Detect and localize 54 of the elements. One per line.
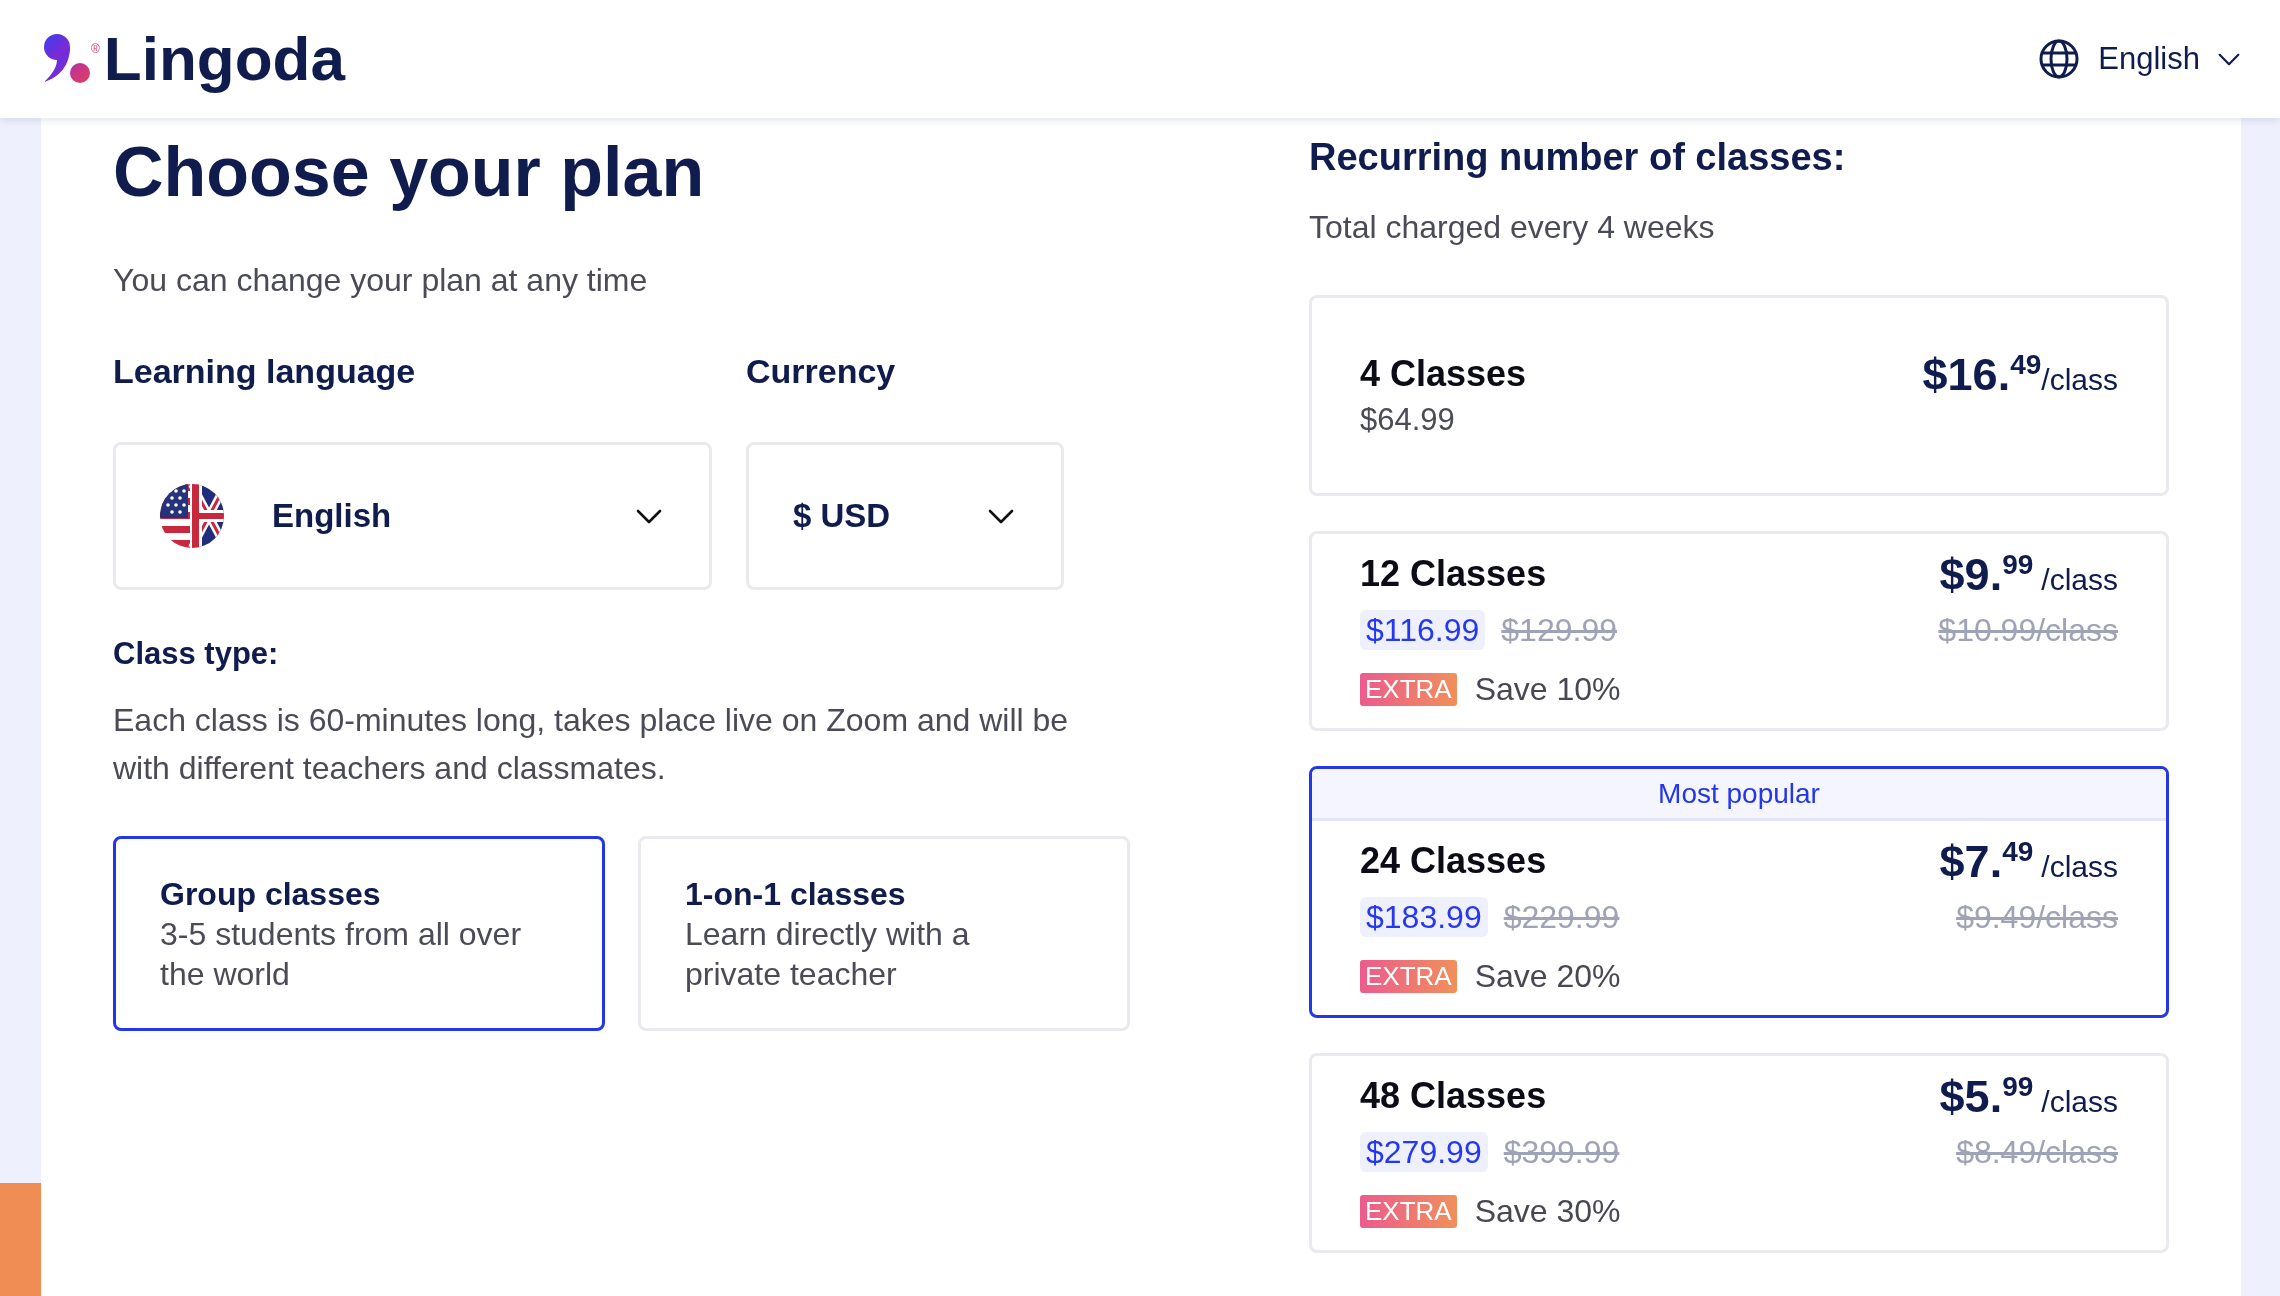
total-price: $64.99: [1360, 401, 1456, 439]
plan-card[interactable]: 48 Classes $5.$^{99}$ /class $279.99 $399.99 $8.49/class EXTRA Save 30%: [1309, 1053, 2169, 1253]
option-title: Group classes: [160, 874, 382, 914]
original-total: $399.99: [1503, 1133, 1620, 1172]
registered-mark: ®: [91, 43, 100, 55]
logo-mark-icon: [42, 33, 92, 85]
page-subtitle: You can change your plan at any time: [113, 261, 649, 300]
chevron-down-icon: [988, 508, 1014, 524]
option-title: 1-on-1 classes: [685, 874, 907, 914]
flag-icon: [160, 484, 224, 548]
promo-badge: EXTRA: [1360, 1194, 1457, 1228]
section-subtitle: Total charged every 4 weeks: [1309, 208, 1716, 247]
class-type-description: Each class is 60-minutes long, takes place live on Zoom and will be with different teachers and classmates.: [113, 701, 1070, 788]
savings-text: Save 30%: [1474, 1192, 1621, 1230]
original-price-per-class: $9.49/class: [1956, 898, 2118, 937]
price-per-class: $16.$^{49}$/class: [1922, 351, 2118, 397]
promo-badge: EXTRA: [1360, 959, 1457, 993]
language-dropdown[interactable]: English: [113, 442, 712, 590]
original-total: $129.99: [1501, 611, 1617, 650]
discounted-total: $116.99: [1360, 610, 1486, 650]
class-type-option[interactable]: Group classes 3-5 students from all over the world: [113, 836, 605, 1031]
chevron-down-icon: [2218, 52, 2240, 66]
chevron-down-icon: [636, 508, 662, 524]
currency-dropdown[interactable]: $ USD: [746, 442, 1064, 590]
option-description: Learn directly with a private teacher: [685, 914, 971, 994]
language-selector[interactable]: English: [2039, 34, 2240, 84]
option-description: 3-5 students from all over the world: [160, 914, 523, 994]
price-per-class: $5.$^{99}$ /class: [1939, 1073, 2118, 1119]
section-label: Class type:: [113, 635, 280, 673]
original-total: $229.99: [1503, 898, 1620, 937]
promo-badge: EXTRA: [1360, 672, 1457, 706]
price-per-class: $9.$^{99}$ /class: [1939, 551, 2118, 597]
class-type-option[interactable]: 1-on-1 classes Learn directly with a private teacher: [638, 836, 1130, 1031]
plan-card[interactable]: 4 Classes $16.$^{49}$/class $64.99: [1309, 295, 2169, 496]
plan-card[interactable]: Most popular 24 Classes $7.$^{49}$ /class $183.99 $229.99 $9.49/class EXTRA Save 20%: [1309, 766, 2169, 1018]
section-title: Recurring number of classes:: [1309, 135, 1847, 180]
page-title: Choose your plan: [113, 132, 706, 213]
discounted-total: $279.99: [1360, 1132, 1488, 1172]
side-tab[interactable]: [0, 1183, 41, 1296]
field-label: Learning language: [113, 351, 417, 392]
plan-name: 48 Classes: [1360, 1074, 1548, 1118]
plan-name: 12 Classes: [1360, 552, 1548, 596]
plan-name: 4 Classes: [1360, 352, 1528, 396]
savings-text: Save 20%: [1474, 957, 1621, 995]
globe-icon: [2039, 39, 2080, 79]
original-price-per-class: $8.49/class: [1956, 1133, 2118, 1172]
plan-banner: Most popular: [1312, 769, 2166, 821]
discounted-total: $183.99: [1360, 897, 1488, 937]
plan-card[interactable]: 12 Classes $9.$^{99}$ /class $116.99 $129.99 $10.99/class EXTRA Save 10%: [1309, 531, 2169, 731]
plan-name: 24 Classes: [1360, 839, 1548, 883]
original-price-per-class: $10.99/class: [1938, 611, 2118, 650]
field-label: Currency: [746, 351, 897, 392]
savings-text: Save 10%: [1474, 670, 1621, 708]
price-per-class: $7.$^{49}$ /class: [1939, 838, 2118, 884]
